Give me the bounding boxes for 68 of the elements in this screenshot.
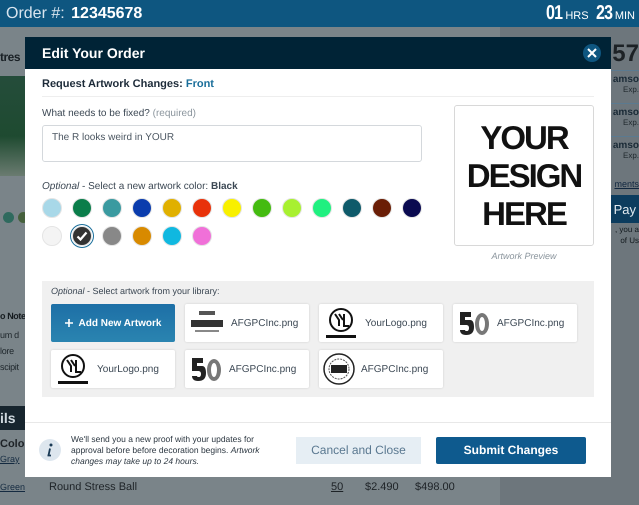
color-swatch[interactable] xyxy=(192,226,212,246)
countdown-unit: HRS xyxy=(565,10,589,22)
monogram-logo-icon xyxy=(323,306,359,340)
color-swatch[interactable] xyxy=(282,198,302,218)
artwork-item[interactable]: AFGPCInc.png xyxy=(185,350,309,388)
close-button[interactable] xyxy=(583,44,601,62)
terms-text: of Us xyxy=(620,236,639,245)
input-field[interactable]: The R looks weird in YOUR xyxy=(42,125,422,162)
submit-button[interactable]: Submit Changes xyxy=(436,436,586,464)
color-swatch[interactable] xyxy=(192,198,212,218)
color-swatch[interactable] xyxy=(42,198,62,218)
terms-text: , you a xyxy=(614,225,639,234)
field-label: What needs to be fixed? (required) xyxy=(42,108,197,119)
monogram-logo-icon xyxy=(55,352,91,386)
close-icon xyxy=(587,48,597,58)
color-swatch[interactable] xyxy=(72,198,92,218)
total-number: 57 xyxy=(612,40,639,68)
countdown-value: 23 xyxy=(596,2,612,25)
order-label: Order #: xyxy=(6,4,65,22)
section-bar: ils xyxy=(0,406,25,430)
countdown-value: 01 xyxy=(546,2,562,25)
color-swatch[interactable] xyxy=(132,226,152,246)
color-link[interactable]: Gray xyxy=(0,454,20,464)
seal-logo-icon xyxy=(323,353,355,385)
plus-icon xyxy=(64,319,73,327)
notes-text: lore xyxy=(0,345,15,358)
cancel-button[interactable]: Cancel and Close xyxy=(296,436,421,464)
dialog-title: Edit Your Order xyxy=(42,45,145,61)
product-title: tres xyxy=(0,50,20,64)
color-swatch[interactable] xyxy=(42,226,62,246)
color-dot xyxy=(3,212,14,223)
color-prompt: Optional - Select a new artwork color: Black xyxy=(42,181,239,192)
artwork-item[interactable]: YourLogo.png xyxy=(319,304,443,342)
quantity-link[interactable]: 50 xyxy=(331,481,365,493)
color-swatch[interactable] xyxy=(402,198,422,218)
table-cell: $498.00 xyxy=(415,481,455,493)
color-swatch[interactable] xyxy=(372,198,392,218)
table-cell-text: $2.490 xyxy=(365,481,400,493)
artwork-item[interactable]: YourLogo.png xyxy=(51,350,175,388)
table-cell-text: Round Stress Ball xyxy=(49,481,138,493)
section-heading: Request Artwork Changes: Front xyxy=(42,69,594,97)
color-swatch[interactable] xyxy=(252,198,272,218)
artwork-item[interactable]: AFGPCInc.png xyxy=(319,350,443,388)
info-note: We'll send you a new proof with your updates for approval before before decoration begins. Artwork changes may take up to 24 hours. xyxy=(71,434,261,466)
color-swatch[interactable] xyxy=(72,226,92,246)
color-swatch[interactable] xyxy=(222,198,242,218)
notes-text: o Note xyxy=(0,311,26,321)
notes-text: um d xyxy=(0,329,20,342)
color-link[interactable]: Green xyxy=(0,482,49,492)
order-number: 12345678 xyxy=(71,4,142,22)
info-icon xyxy=(39,439,61,461)
color-swatch[interactable] xyxy=(102,226,122,246)
color-swatch[interactable] xyxy=(342,198,362,218)
color-swatch[interactable] xyxy=(162,226,182,246)
library-prompt: Optional - Select artwork from your library: xyxy=(51,286,221,296)
column-header: Colo xyxy=(0,438,24,450)
countdown-unit: MIN xyxy=(614,10,635,22)
color-swatch[interactable] xyxy=(162,198,182,218)
color-swatch[interactable] xyxy=(132,198,152,218)
notes-text: scipit xyxy=(0,361,20,374)
artwork-item[interactable]: AFGPCInc.png xyxy=(453,304,577,342)
artwork-preview: YOUR DESIGN HERE xyxy=(454,105,594,246)
artwork-item[interactable]: AFGPCInc.png xyxy=(185,304,309,342)
preview-caption: Artwork Preview xyxy=(491,251,556,261)
color-swatch[interactable] xyxy=(312,198,332,218)
check-icon xyxy=(76,231,88,241)
color-swatch[interactable] xyxy=(102,198,122,218)
add-artwork-button[interactable]: Add New Artwork xyxy=(51,304,175,342)
